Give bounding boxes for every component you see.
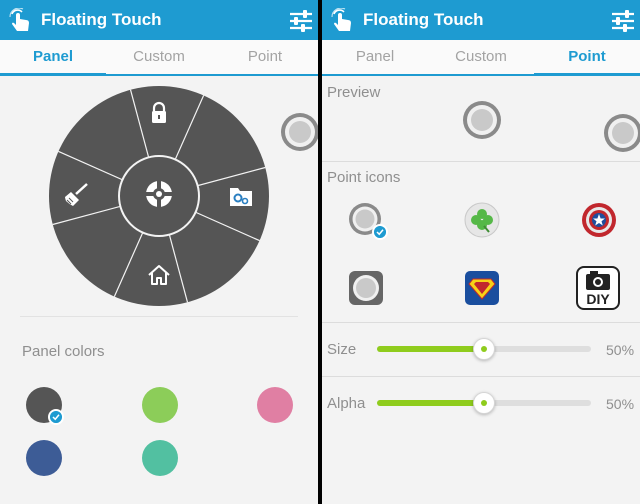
shield-icon xyxy=(582,203,616,237)
app-bar: Floating Touch xyxy=(322,0,640,40)
preview-label: Preview xyxy=(327,84,381,101)
panel-screen: Floating Touch Panel Custom Point Panel … xyxy=(0,0,318,504)
size-slider[interactable] xyxy=(377,338,591,360)
alpha-slider-thumb[interactable] xyxy=(473,392,495,414)
center-grip-icon[interactable] xyxy=(145,180,173,208)
alpha-slider-fill xyxy=(377,400,484,406)
square-ring-icon xyxy=(349,271,383,305)
tab-custom[interactable]: Custom xyxy=(428,40,534,74)
tab-point[interactable]: Point xyxy=(534,40,640,76)
size-label: Size xyxy=(327,341,357,358)
app-title: Floating Touch xyxy=(41,10,162,29)
tab-panel[interactable]: Panel xyxy=(322,40,428,74)
diy-label: DIY xyxy=(586,291,610,307)
check-icon xyxy=(48,409,64,425)
size-slider-thumb[interactable] xyxy=(473,338,495,360)
tab-bar: Panel Custom Point xyxy=(0,40,318,76)
diy-camera-point-icon[interactable]: DIY xyxy=(576,266,620,310)
point-screen: Floating Touch Panel Custom Point Previe… xyxy=(322,0,640,504)
sliders-settings-icon[interactable] xyxy=(610,8,636,34)
tab-panel[interactable]: Panel xyxy=(0,40,106,76)
tab-custom[interactable]: Custom xyxy=(106,40,212,74)
check-icon xyxy=(372,224,388,240)
floating-point-icon[interactable] xyxy=(603,113,640,153)
superman-icon xyxy=(465,271,499,305)
touch-hand-icon xyxy=(9,8,29,31)
clover-icon xyxy=(464,202,500,238)
lock-icon[interactable] xyxy=(149,101,169,125)
broom-icon[interactable] xyxy=(63,182,89,208)
panel-colors-label: Panel colors xyxy=(22,343,105,360)
clover-point-icon[interactable] xyxy=(464,202,500,238)
home-icon[interactable] xyxy=(147,263,171,287)
floating-point-icon[interactable] xyxy=(280,112,318,152)
app-bar: Floating Touch xyxy=(0,0,318,40)
color-swatch-dark-grey[interactable] xyxy=(26,387,64,425)
size-slider-fill xyxy=(377,346,484,352)
shield-point-icon[interactable] xyxy=(581,202,617,238)
section-divider xyxy=(322,161,640,162)
square-ring-point-icon[interactable] xyxy=(348,270,384,306)
superman-point-icon[interactable] xyxy=(464,270,500,306)
color-swatch-navy[interactable] xyxy=(26,440,62,476)
grey-ring-point-icon[interactable] xyxy=(348,202,388,240)
size-value: 50% xyxy=(606,342,635,358)
color-swatch-pink[interactable] xyxy=(257,387,293,423)
alpha-value: 50% xyxy=(606,396,635,412)
preview-point-icon xyxy=(463,101,501,139)
app-title: Floating Touch xyxy=(363,10,484,29)
color-swatch-green[interactable] xyxy=(142,387,178,423)
touch-hand-icon xyxy=(331,8,351,31)
section-divider xyxy=(322,322,640,323)
color-swatch-teal[interactable] xyxy=(142,440,178,476)
alpha-slider[interactable] xyxy=(377,392,591,414)
sliders-settings-icon[interactable] xyxy=(288,8,314,34)
alpha-label: Alpha xyxy=(327,395,366,412)
section-divider xyxy=(322,376,640,377)
point-icons-label: Point icons xyxy=(327,169,401,186)
section-divider xyxy=(20,316,298,317)
tab-point[interactable]: Point xyxy=(212,40,318,74)
app-manager-icon[interactable] xyxy=(228,183,254,209)
tab-bar: Panel Custom Point xyxy=(322,40,640,76)
